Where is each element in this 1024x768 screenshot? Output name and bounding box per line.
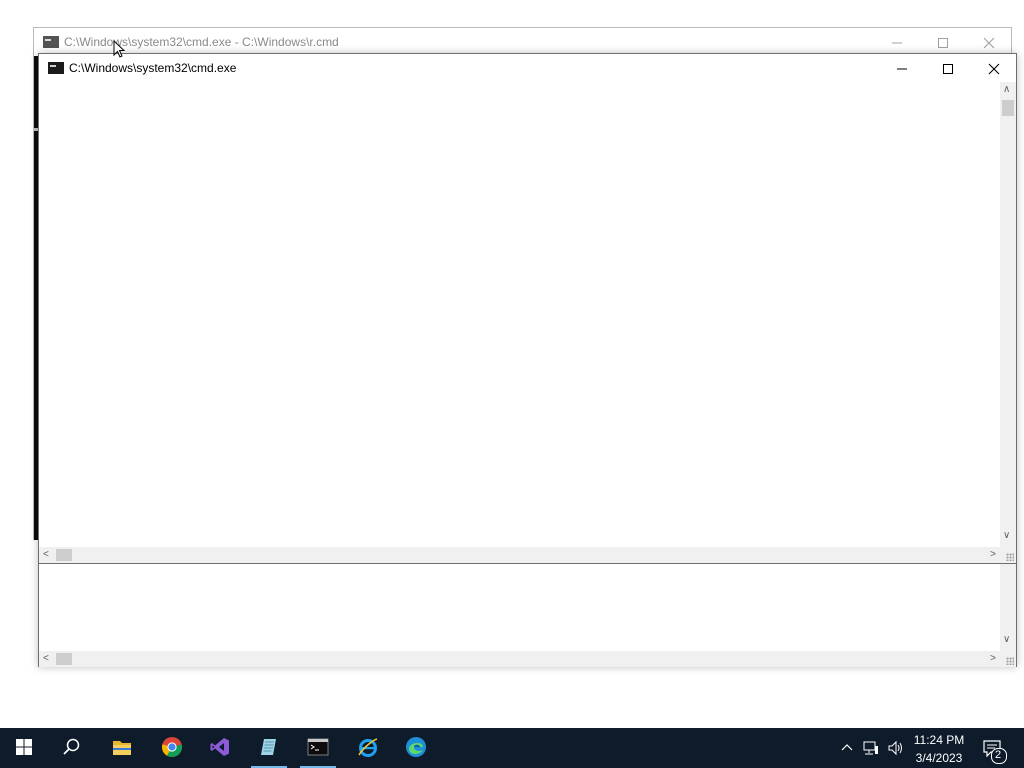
scroll-down-arrow-icon[interactable]: ∨ — [1003, 530, 1010, 541]
notepad-icon — [261, 739, 276, 755]
chevron-up-icon — [841, 744, 853, 751]
text-pane-bottom[interactable] — [39, 564, 1001, 651]
cmd-window[interactable]: C:\Windows\system32\cmd.exe ∧ ∨ < > ∨ < … — [38, 53, 1017, 667]
scroll-right-arrow-icon[interactable]: > — [990, 653, 996, 664]
scroll-right-arrow-icon[interactable]: > — [990, 549, 996, 560]
show-hidden-icons-button[interactable] — [838, 728, 856, 768]
title-bar[interactable]: C:\Windows\system32\cmd.exe - C:\Windows… — [34, 28, 1011, 56]
action-center-button[interactable]: 2 — [978, 728, 1012, 768]
minimize-button[interactable] — [874, 28, 920, 56]
visual-studio-button[interactable] — [196, 728, 244, 768]
maximize-button[interactable] — [925, 54, 971, 82]
title-bar[interactable]: C:\Windows\system32\cmd.exe — [39, 54, 1016, 82]
scroll-left-arrow-icon[interactable]: < — [43, 653, 49, 664]
close-button[interactable] — [966, 28, 1012, 56]
cmd-icon — [48, 62, 64, 74]
file-explorer-button[interactable] — [98, 728, 146, 768]
clock-date: 3/4/2023 — [915, 751, 963, 765]
chrome-button[interactable] — [148, 728, 196, 768]
scroll-left-arrow-icon[interactable]: < — [43, 549, 49, 560]
visual-studio-icon — [210, 738, 229, 756]
vertical-scrollbar-bottom[interactable]: ∨ — [1000, 564, 1016, 651]
windows-logo-icon — [16, 739, 32, 755]
window-title: C:\Windows\system32\cmd.exe — [69, 61, 237, 75]
cmd-icon — [43, 36, 59, 48]
resize-grip[interactable] — [1000, 547, 1016, 563]
notepad-button[interactable] — [245, 728, 293, 768]
maximize-button[interactable] — [920, 28, 966, 56]
search-button[interactable] — [48, 728, 96, 768]
text-pane-top[interactable] — [39, 82, 1001, 547]
edge-button[interactable] — [392, 728, 440, 768]
scroll-thumb[interactable] — [56, 549, 72, 561]
edge-icon — [406, 737, 426, 757]
scroll-down-arrow-icon[interactable]: ∨ — [1003, 634, 1010, 645]
mouse-pointer-icon — [113, 40, 126, 58]
clock-time: 11:24 PM — [913, 733, 965, 747]
internet-explorer-button[interactable] — [344, 728, 392, 768]
search-icon — [63, 738, 80, 755]
clock[interactable]: 11:24 PM 3/4/2023 — [908, 731, 970, 767]
folder-icon — [113, 741, 131, 755]
minimize-button[interactable] — [879, 54, 925, 82]
ie-icon — [358, 738, 378, 757]
resize-grip[interactable] — [1000, 651, 1016, 667]
scroll-thumb[interactable] — [1002, 100, 1014, 116]
vertical-scrollbar-top[interactable]: ∧ ∨ — [1000, 82, 1016, 547]
scroll-thumb[interactable] — [56, 653, 72, 665]
close-button[interactable] — [971, 54, 1017, 82]
network-icon — [863, 741, 878, 755]
taskbar: 11:24 PM 3/4/2023 2 — [0, 728, 1024, 768]
network-button[interactable] — [860, 728, 882, 768]
window-title: C:\Windows\system32\cmd.exe - C:\Windows… — [64, 35, 339, 49]
horizontal-scrollbar-top[interactable]: < > — [39, 547, 1000, 563]
horizontal-scrollbar-bottom[interactable]: < > — [39, 651, 1000, 667]
scroll-up-arrow-icon[interactable]: ∧ — [1003, 84, 1010, 95]
chrome-icon — [161, 737, 183, 758]
notification-count: 2 — [995, 749, 1002, 761]
command-prompt-button[interactable] — [294, 728, 342, 768]
volume-button[interactable] — [884, 728, 906, 768]
cmd-icon — [307, 738, 329, 756]
start-button[interactable] — [0, 728, 48, 768]
speaker-icon — [888, 740, 902, 756]
